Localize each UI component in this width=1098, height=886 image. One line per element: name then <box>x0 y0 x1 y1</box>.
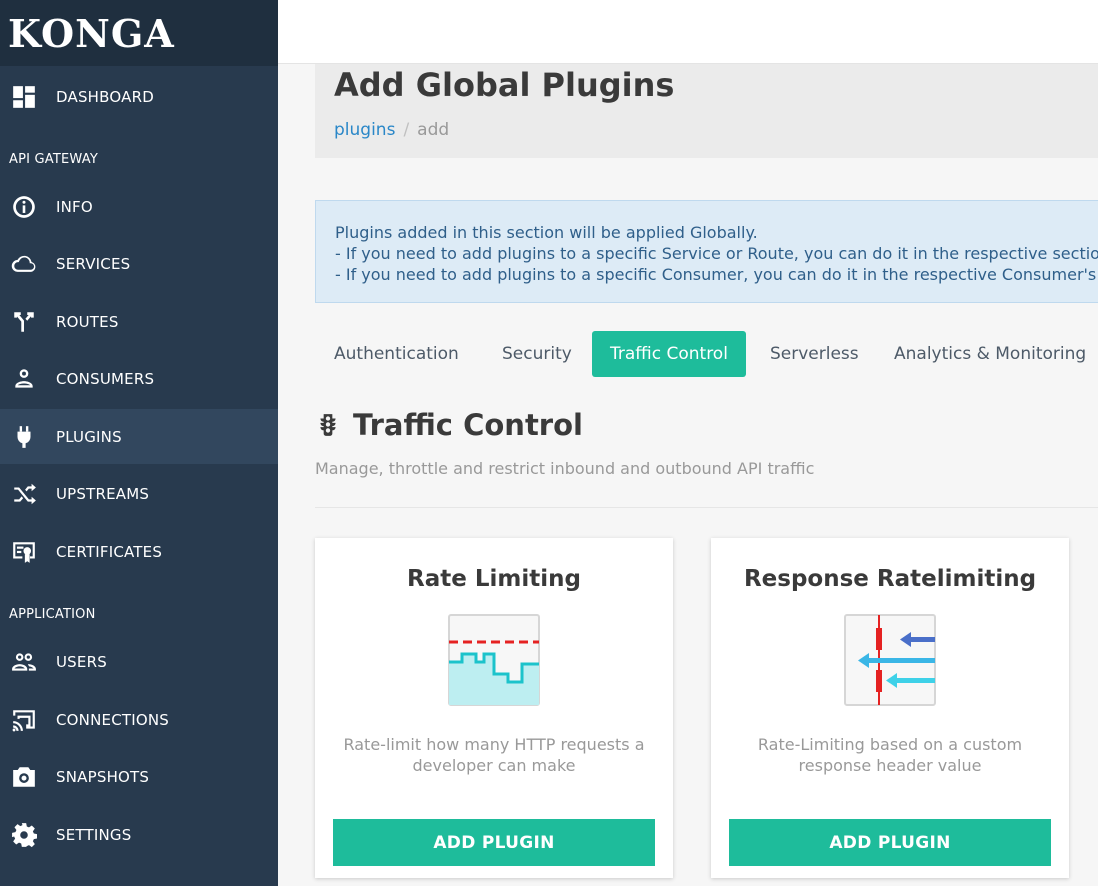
info-alert: Plugins added in this section will be ap… <box>315 200 1098 303</box>
sidebar-item-upstreams[interactable]: UPSTREAMS <box>0 466 278 521</box>
traffic-light-icon <box>320 414 336 436</box>
sidebar-item-label: SERVICES <box>56 254 131 273</box>
section-title-text: Traffic Control <box>353 408 583 442</box>
shuffle-icon <box>0 481 56 507</box>
sidebar-item-label: CERTIFICATES <box>56 542 163 561</box>
sidebar-item-certificates[interactable]: CERTIFICATES <box>0 524 278 579</box>
info-icon <box>0 194 56 220</box>
routes-icon <box>0 309 56 335</box>
sidebar-item-dashboard[interactable]: DASHBOARD <box>0 69 278 124</box>
response-ratelimiting-icon <box>844 614 936 706</box>
brand-logo[interactable]: KONGA <box>8 11 175 56</box>
alert-line-1: Plugins added in this section will be ap… <box>335 223 758 242</box>
sidebar-item-routes[interactable]: ROUTES <box>0 294 278 349</box>
tab-traffic-control[interactable]: Traffic Control <box>592 331 746 377</box>
sidebar-item-label: PLUGINS <box>56 427 122 446</box>
sidebar-item-label: SNAPSHOTS <box>56 767 150 786</box>
sidebar-item-snapshots[interactable]: SNAPSHOTS <box>0 749 278 804</box>
nav-section-application: APPLICATION <box>9 607 96 622</box>
page-title: Add Global Plugins <box>334 66 675 104</box>
brand-header: KONGA <box>0 0 278 66</box>
sidebar-item-label: CONNECTIONS <box>56 710 170 729</box>
tab-analytics-monitoring[interactable]: Analytics & Monitoring <box>894 331 1086 377</box>
sidebar-item-settings[interactable]: SETTINGS <box>0 807 278 862</box>
sidebar-item-label: UPSTREAMS <box>56 484 150 503</box>
sidebar-item-users[interactable]: USERS <box>0 634 278 689</box>
sidebar-item-plugins[interactable]: PLUGINS <box>0 409 278 464</box>
sidebar-item-label: USERS <box>56 652 107 671</box>
gear-icon <box>0 822 56 848</box>
main-content: Add Global Plugins plugins / add Plugins a… <box>278 64 1098 886</box>
sidebar-item-services[interactable]: SERVICES <box>0 236 278 291</box>
section-title: Traffic Control <box>315 408 583 442</box>
sidebar-item-label: SETTINGS <box>56 825 132 844</box>
plugin-category-tabs: Authentication Security Traffic Control … <box>315 331 1098 377</box>
plugin-card-rate-limiting: Rate Limiting Rate-limit how many HTTP r… <box>315 538 673 878</box>
section-description: Manage, throttle and restrict inbound an… <box>315 459 815 478</box>
card-title: Response Ratelimiting <box>743 566 1037 592</box>
divider <box>315 507 1098 508</box>
breadcrumb-current: add <box>417 120 450 140</box>
user-icon <box>0 366 56 392</box>
certificate-icon <box>0 539 56 565</box>
sidebar-item-info[interactable]: INFO <box>0 179 278 234</box>
sidebar-item-label: DASHBOARD <box>56 87 154 106</box>
sidebar-item-label: INFO <box>56 197 93 216</box>
card-description: Rate-limit how many HTTP requests a deve… <box>343 735 645 775</box>
add-plugin-button[interactable]: ADD PLUGIN <box>729 819 1051 866</box>
cast-icon <box>0 707 56 733</box>
alert-line-3: - If you need to add plugins to a specif… <box>335 265 1098 284</box>
alert-line-2: - If you need to add plugins to a specif… <box>335 244 1098 263</box>
breadcrumb: plugins / add <box>334 120 449 140</box>
add-plugin-button[interactable]: ADD PLUGIN <box>333 819 655 866</box>
dashboard-icon <box>0 84 56 110</box>
cloud-icon <box>0 251 56 277</box>
page-header: Add Global Plugins plugins / add <box>315 64 1098 158</box>
card-title: Rate Limiting <box>407 566 581 592</box>
breadcrumb-separator: / <box>403 120 410 140</box>
sidebar: KONGA DASHBOARD API GATEWAY INFO SERVICE… <box>0 0 278 886</box>
tab-authentication[interactable]: Authentication <box>334 331 459 377</box>
camera-icon <box>0 764 56 790</box>
tab-serverless[interactable]: Serverless <box>770 331 859 377</box>
rate-limiting-icon <box>448 614 540 706</box>
nav-section-api-gateway: API GATEWAY <box>9 152 98 167</box>
breadcrumb-plugins-link[interactable]: plugins <box>334 120 395 140</box>
card-description: Rate-Limiting based on a custom response… <box>757 735 1023 775</box>
top-bar <box>278 0 1098 64</box>
plugin-card-response-ratelimiting: Response Ratelimiting Rate-Limiting base… <box>711 538 1069 878</box>
tab-security[interactable]: Security <box>502 331 572 377</box>
sidebar-item-label: CONSUMERS <box>56 369 155 388</box>
plug-icon <box>0 424 56 450</box>
users-icon <box>0 649 56 675</box>
sidebar-item-consumers[interactable]: CONSUMERS <box>0 351 278 406</box>
sidebar-item-connections[interactable]: CONNECTIONS <box>0 692 278 747</box>
sidebar-item-label: ROUTES <box>56 312 119 331</box>
